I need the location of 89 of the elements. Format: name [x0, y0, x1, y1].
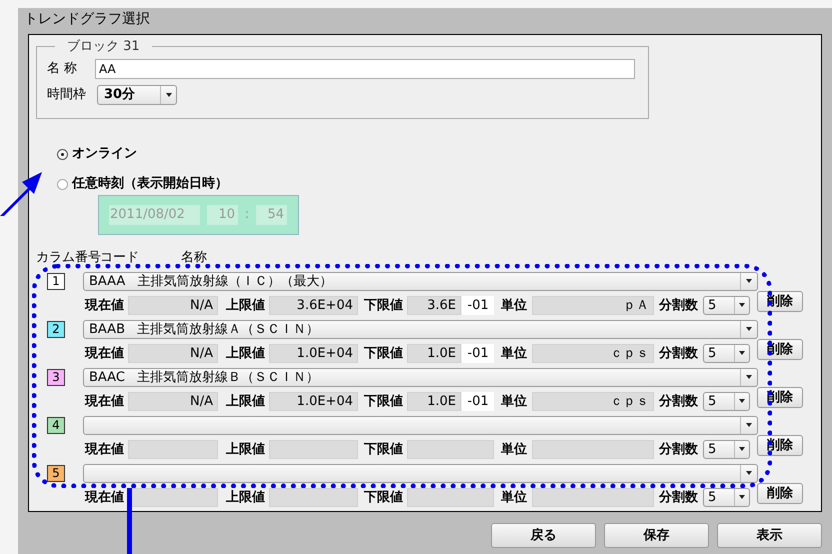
lower-exponent-field[interactable]: -01	[462, 344, 494, 362]
column-number: 2	[47, 320, 65, 338]
column-number: 4	[47, 416, 65, 434]
time-separator: :	[244, 206, 250, 224]
timeframe-select[interactable]: 30分	[97, 84, 177, 104]
action-button[interactable]: 戻る	[491, 523, 596, 548]
name-label: 名 称	[47, 60, 78, 78]
signal-code: BAAC	[89, 370, 125, 384]
current-value: N/A	[128, 296, 218, 314]
current-value: N/A	[128, 392, 218, 410]
name-field[interactable]: AA	[95, 58, 635, 78]
caret-icon	[746, 327, 752, 331]
unit-label: 単位	[501, 394, 527, 408]
signal-select[interactable]: BAAB 主排気筒放射線Ａ（ＳＣＩＮ）	[83, 320, 758, 338]
upper-label: 上限値	[226, 490, 265, 504]
current-label: 現在値	[85, 442, 124, 456]
caret-icon	[166, 92, 172, 96]
column-header: カラム番号	[36, 249, 100, 267]
lower-label: 下限値	[364, 442, 403, 456]
signal-select[interactable]: BAAC 主排気筒放射線Ｂ（ＳＣＩＮ）	[83, 368, 758, 386]
upper-label: 上限値	[226, 298, 265, 312]
current-label: 現在値	[85, 346, 124, 360]
caret-icon	[746, 375, 752, 379]
divisions-select[interactable]: 5	[703, 440, 750, 458]
divisions-label: 分割数	[659, 394, 698, 408]
upper-value: 3.6E+04	[269, 296, 358, 314]
unit-label: 単位	[501, 442, 527, 456]
column-number: 1	[47, 272, 65, 290]
column-number: 3	[47, 368, 65, 386]
lower-mantissa: 3.6E	[407, 296, 461, 314]
divisions-label: 分割数	[659, 490, 698, 504]
lower-mantissa: 1.0E	[407, 392, 461, 410]
current-value: N/A	[128, 344, 218, 362]
divisions-label: 分割数	[659, 442, 698, 456]
upper-label: 上限値	[226, 394, 265, 408]
current-label: 現在値	[85, 298, 124, 312]
current-label: 現在値	[85, 490, 124, 504]
action-button[interactable]: 表示	[717, 523, 822, 548]
divisions-label: 分割数	[659, 346, 698, 360]
mode-radio[interactable]: 任意時刻（表示開始日時）	[57, 175, 228, 193]
delete-button[interactable]: 削除	[757, 482, 803, 504]
timeframe-label: 時間枠	[47, 86, 87, 104]
lower-mantissa: 1.0E	[407, 344, 461, 362]
annotation-arrow	[0, 170, 44, 216]
caret-icon	[739, 447, 745, 451]
caret-icon	[739, 303, 745, 307]
caret-icon	[739, 351, 745, 355]
divisions-select[interactable]: 5	[703, 344, 750, 362]
action-button[interactable]: 保存	[604, 523, 709, 548]
lower-exponent-field[interactable]: -01	[462, 392, 494, 410]
lower-label: 下限値	[364, 394, 403, 408]
signal-code: BAAA	[89, 274, 126, 288]
upper-value: 1.0E+04	[269, 344, 358, 362]
window-title: トレンドグラフ選択	[23, 10, 151, 29]
signal-name: 主排気筒放射線Ｂ（ＳＣＩＮ）	[136, 370, 319, 384]
signal-code: BAAB	[89, 322, 125, 336]
divisions-select[interactable]: 5	[703, 488, 750, 506]
lower-exponent-field[interactable]: -01	[462, 296, 494, 314]
signal-name: 主排気筒放射線（ＩＣ）（最大）	[137, 274, 332, 288]
caret-icon	[739, 399, 745, 403]
current-label: 現在値	[85, 394, 124, 408]
divisions-select[interactable]: 5	[703, 296, 750, 314]
signal-name: 主排気筒放射線Ａ（ＳＣＩＮ）	[137, 322, 319, 336]
block-legend: ブロック 31	[55, 37, 152, 56]
lower-label: 下限値	[364, 298, 403, 312]
signal-select[interactable]: BAAA 主排気筒放射線（ＩＣ）（最大）	[83, 272, 758, 290]
caret-icon	[746, 279, 752, 283]
lower-label: 下限値	[364, 346, 403, 360]
column-header: コード	[100, 249, 140, 267]
unit-value: ｃｐｓ	[532, 344, 654, 362]
upper-value: 1.0E+04	[269, 392, 358, 410]
lower-label: 下限値	[364, 490, 403, 504]
unit-label: 単位	[501, 490, 527, 504]
column-header: 名称	[181, 249, 207, 267]
divisions-select[interactable]: 5	[703, 392, 750, 410]
unit-label: 単位	[501, 298, 527, 312]
column-number: 5	[47, 464, 65, 482]
caret-icon	[746, 471, 752, 475]
upper-label: 上限値	[226, 442, 265, 456]
divisions-label: 分割数	[659, 298, 698, 312]
signal-select[interactable]	[83, 416, 758, 434]
unit-label: 単位	[501, 346, 527, 360]
caret-icon	[739, 495, 745, 499]
signal-select[interactable]	[83, 464, 758, 482]
caret-icon	[746, 423, 752, 427]
mode-radio[interactable]: オンライン	[57, 145, 137, 163]
unit-value: ｐＡ	[532, 296, 654, 314]
upper-label: 上限値	[226, 346, 265, 360]
unit-value: ｃｐｓ	[532, 392, 654, 410]
